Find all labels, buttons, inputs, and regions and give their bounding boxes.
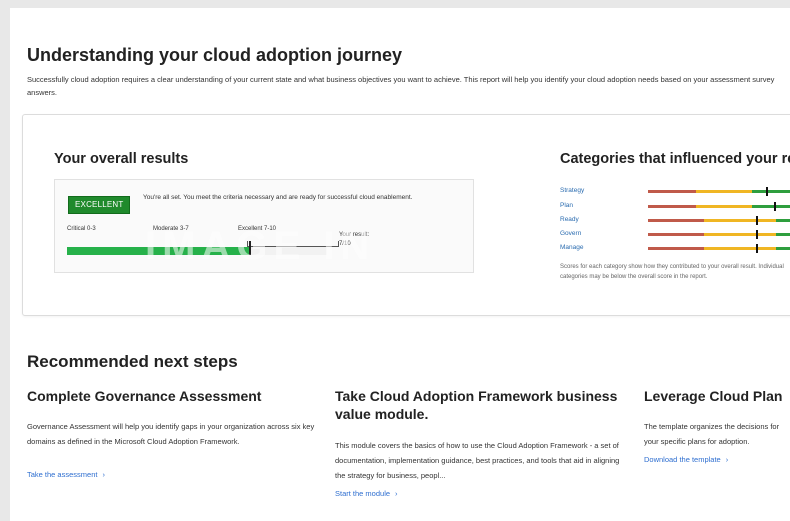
category-bar-govern [648,230,790,239]
category-bar-manage [648,244,790,253]
category-marker [756,216,758,225]
category-label-ready[interactable]: Ready [560,216,579,223]
category-marker [756,244,758,253]
next-steps-heading: Recommended next steps [27,352,238,371]
category-bar-strategy [648,187,790,196]
categories-heading: Categories that influenced your results [560,151,790,167]
download-template-link[interactable]: Download the template › [644,455,728,464]
category-marker [766,187,768,196]
categories-note: Scores for each category show how they c… [560,264,784,280]
status-badge: EXCELLENT [68,196,131,214]
status-message: You're all set. You meet the criteria ne… [143,194,413,201]
card-caf-title: Take Cloud Adoption Framework business v… [335,388,618,422]
category-label-govern[interactable]: Govern [560,230,581,237]
category-label-strategy[interactable]: Strategy [560,187,584,194]
overall-results-box: EXCELLENT You're all set. You meet the c… [54,179,474,273]
category-label-manage[interactable]: Manage [560,244,584,251]
page-title: Understanding your cloud adoption journe… [27,45,403,65]
scale-critical-label: Critical 0-3 [67,226,96,232]
category-marker [774,202,776,211]
card-governance-text: Governance Assessment will help you iden… [27,422,315,446]
start-module-link-label: Start the module [335,489,391,498]
report-page: Understanding your cloud adoption journe… [10,8,790,521]
card-governance-title: Complete Governance Assessment [27,388,262,404]
card-plan-title: Leverage Cloud Plan [644,388,783,404]
chevron-right-icon: › [725,455,729,464]
card-plan-text: The template organizes the decisions for… [644,422,780,446]
page-subtitle: Successfully cloud adoption requires a c… [27,75,775,97]
download-template-link-label: Download the template [644,455,721,464]
take-assessment-link[interactable]: Take the assessment › [27,470,105,479]
chevron-right-icon: › [395,489,398,498]
category-label-plan[interactable]: Plan [560,202,573,209]
overall-results-heading: Your overall results [54,151,189,167]
start-module-link[interactable]: Start the module › [335,489,398,498]
watermark: IMAGE IN [145,224,376,268]
chevron-right-icon: › [102,470,105,479]
category-bar-ready [648,216,790,225]
category-marker [756,230,758,239]
category-bar-plan [648,202,790,211]
take-assessment-link-label: Take the assessment [27,470,98,479]
card-caf-text: This module covers the basics of how to … [335,441,620,480]
results-card: Your overall results EXCELLENT You're al… [22,114,790,316]
